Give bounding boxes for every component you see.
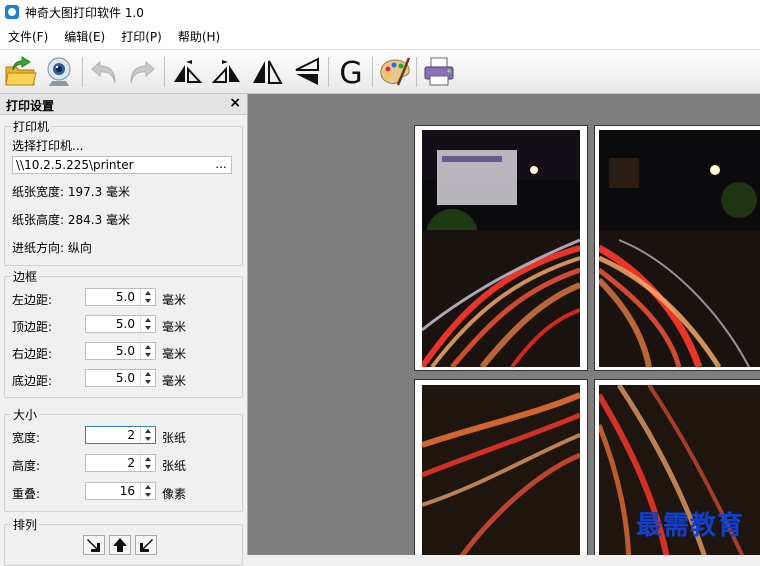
size-group-title: 大小 — [11, 406, 40, 423]
feed-direction-text: 进纸方向: 纵向 — [12, 241, 92, 255]
spinner[interactable] — [140, 343, 155, 359]
flip-vertical-down-icon[interactable] — [210, 55, 244, 89]
right-margin-unit: 毫米 — [162, 347, 187, 361]
g-icon[interactable]: G — [334, 55, 368, 89]
paper-height-text: 纸张高度: 284.3 毫米 — [12, 213, 131, 227]
mirror-vertical-icon[interactable] — [290, 55, 324, 89]
width-stepper[interactable]: 2 — [85, 426, 156, 444]
right-margin-stepper[interactable]: 5.0 — [85, 342, 156, 360]
toolbar-separator — [372, 57, 373, 87]
width-label: 宽度: — [12, 431, 41, 445]
browse-printer-button[interactable]: ... — [211, 157, 231, 173]
palette-icon[interactable] — [378, 55, 412, 89]
overlap-value: 16 — [119, 484, 135, 498]
window-title: 神奇大图打印软件 1.0 — [25, 5, 144, 20]
open-folder-icon[interactable] — [4, 55, 38, 89]
app-icon — [5, 5, 19, 19]
spinner[interactable] — [140, 427, 155, 443]
top-margin-stepper[interactable]: 5.0 — [85, 315, 156, 333]
arrange-top-right-button[interactable] — [135, 535, 157, 555]
width-unit: 张纸 — [162, 431, 187, 445]
toolbar-separator — [328, 57, 329, 87]
watermark-text: 最需教育 — [636, 511, 745, 541]
top-margin-unit: 毫米 — [162, 320, 187, 334]
right-margin-value: 5.0 — [115, 344, 135, 358]
select-printer-label: 选择打印机... — [12, 139, 84, 153]
image-tile — [599, 130, 760, 367]
spinner[interactable] — [140, 455, 155, 471]
overlap-unit: 像素 — [162, 487, 187, 501]
spinner[interactable] — [140, 370, 155, 386]
bottom-margin-label: 底边距: — [12, 374, 53, 388]
height-unit: 张纸 — [162, 459, 187, 473]
toolbar-separator — [82, 57, 83, 87]
webcam-icon[interactable] — [42, 55, 76, 89]
image-tile — [422, 130, 580, 367]
spinner[interactable] — [140, 483, 155, 499]
paper-width-text: 纸张宽度: 197.3 毫米 — [12, 185, 131, 199]
spinner[interactable] — [140, 289, 155, 305]
redo-icon[interactable] — [124, 55, 158, 89]
toolbar-separator — [416, 57, 417, 87]
printer-name-field[interactable]: \\10.2.5.225\printer ... — [12, 156, 232, 174]
paper-sheet — [414, 379, 588, 555]
left-margin-stepper[interactable]: 5.0 — [85, 288, 156, 306]
image-tile — [422, 385, 580, 555]
undo-icon[interactable] — [88, 55, 122, 89]
panel-header: 打印设置 × — [0, 94, 247, 115]
close-icon[interactable]: × — [229, 95, 241, 111]
panel-title: 打印设置 — [6, 99, 55, 113]
mirror-horizontal-icon[interactable] — [250, 55, 284, 89]
arrange-top-button[interactable] — [109, 535, 131, 555]
menu-bar: 文件(F) 编辑(E) 打印(P) 帮助(H) — [0, 24, 760, 50]
left-margin-label: 左边距: — [12, 293, 53, 307]
left-margin-value: 5.0 — [115, 290, 135, 304]
printer-icon[interactable] — [422, 55, 456, 89]
overlap-label: 重叠: — [12, 487, 41, 501]
toolbar: G — [0, 50, 760, 94]
paper-sheet — [414, 125, 588, 371]
arrange-top-left-button[interactable] — [83, 535, 105, 555]
toolbar-separator — [164, 57, 165, 87]
right-margin-label: 右边距: — [12, 347, 53, 361]
menu-print[interactable]: 打印(P) — [113, 24, 170, 50]
printer-name: \\10.2.5.225\printer — [16, 158, 134, 172]
menu-help[interactable]: 帮助(H) — [170, 24, 228, 50]
menu-file[interactable]: 文件(F) — [0, 24, 56, 50]
margins-group-title: 边框 — [11, 268, 40, 285]
print-preview-canvas[interactable] — [248, 94, 760, 555]
height-label: 高度: — [12, 459, 41, 473]
spinner[interactable] — [140, 316, 155, 332]
bottom-margin-unit: 毫米 — [162, 374, 187, 388]
height-stepper[interactable]: 2 — [85, 454, 156, 472]
g-icon-label: G — [339, 56, 362, 89]
arrow-down-right-icon — [87, 539, 100, 552]
arrow-down-left-icon — [140, 539, 153, 552]
flip-vertical-up-icon[interactable] — [170, 55, 204, 89]
paper-sheet — [594, 125, 760, 371]
height-value: 2 — [127, 456, 135, 470]
arrow-up-icon — [113, 538, 127, 552]
print-settings-panel: 打印设置 × 打印机 选择打印机... \\10.2.5.225\printer… — [0, 94, 248, 566]
arrange-group-title: 排列 — [11, 516, 40, 533]
menu-edit[interactable]: 编辑(E) — [56, 24, 113, 50]
overlap-stepper[interactable]: 16 — [85, 482, 156, 500]
bottom-margin-stepper[interactable]: 5.0 — [85, 369, 156, 387]
width-value: 2 — [127, 428, 135, 442]
title-bar: 神奇大图打印软件 1.0 — [0, 0, 760, 24]
printer-group-title: 打印机 — [11, 118, 52, 135]
bottom-margin-value: 5.0 — [115, 371, 135, 385]
top-margin-label: 顶边距: — [12, 320, 53, 334]
left-margin-unit: 毫米 — [162, 293, 187, 307]
top-margin-value: 5.0 — [115, 317, 135, 331]
